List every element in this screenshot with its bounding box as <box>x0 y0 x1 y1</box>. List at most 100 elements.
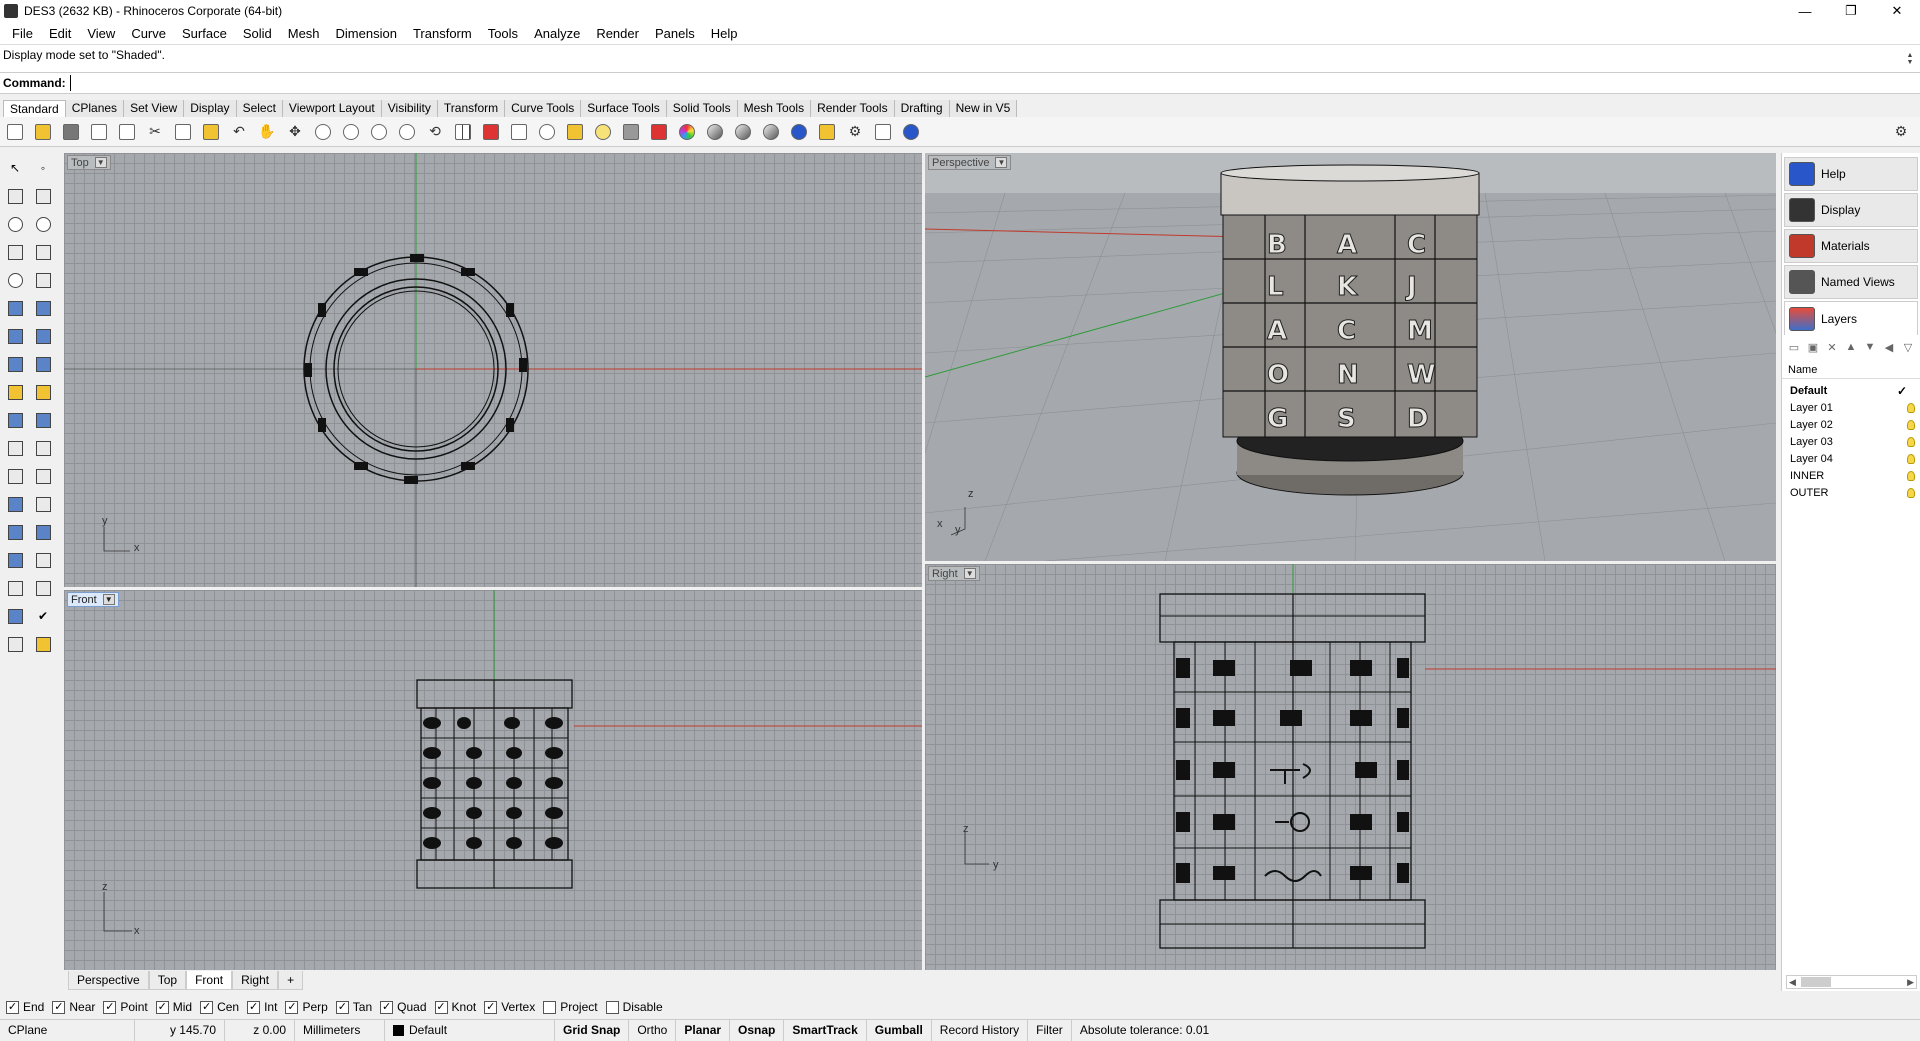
panel-tab-layers[interactable]: Layers <box>1784 301 1918 335</box>
layer-icon[interactable] <box>648 121 670 143</box>
blue-sphere-icon[interactable] <box>788 121 810 143</box>
osnap-toggle[interactable]: Osnap <box>730 1019 785 1041</box>
gumball-toggle[interactable]: Gumball <box>867 1019 932 1041</box>
explode-icon[interactable] <box>32 381 54 403</box>
cplane-icon[interactable] <box>536 121 558 143</box>
history-icon[interactable] <box>32 577 54 599</box>
toolbar-settings-gear-icon[interactable]: ⚙ <box>1890 121 1912 143</box>
paste-icon[interactable] <box>200 121 222 143</box>
tab-render-tools[interactable]: Render Tools <box>811 100 895 117</box>
scroll-up-icon[interactable]: ▲ <box>1907 52 1914 59</box>
new-layer-icon[interactable]: ▭ <box>1786 339 1802 355</box>
viewport-top[interactable]: Top ▼ y x <box>64 153 922 587</box>
panel-tab-display[interactable]: Display <box>1784 193 1918 227</box>
layer-row[interactable]: Layer 04 <box>1782 450 1920 467</box>
planar-toggle[interactable]: Planar <box>676 1019 731 1041</box>
minimize-button[interactable]: — <box>1782 0 1828 22</box>
menu-analyze[interactable]: Analyze <box>526 26 588 41</box>
open-folder-icon[interactable] <box>32 121 54 143</box>
viewport-right-label[interactable]: Right ▼ <box>928 566 980 581</box>
rectangle-icon[interactable] <box>32 241 54 263</box>
surface-corners-icon[interactable] <box>4 297 26 319</box>
mirror-icon[interactable] <box>32 521 54 543</box>
color-wheel-icon[interactable] <box>676 121 698 143</box>
render-sphere-icon[interactable] <box>704 121 726 143</box>
menu-render[interactable]: Render <box>588 26 647 41</box>
scroll-thumb[interactable] <box>1801 977 1831 987</box>
boolean-union-icon[interactable] <box>32 325 54 347</box>
history-scroll[interactable]: ▲ ▼ <box>1904 47 1916 71</box>
panel-tab-materials[interactable]: Materials <box>1784 229 1918 263</box>
filter-button[interactable]: Filter <box>1028 1019 1072 1041</box>
tab-drafting[interactable]: Drafting <box>894 100 950 117</box>
viewport-tab-front[interactable]: Front <box>186 970 233 990</box>
viewport-tab-right[interactable]: Right <box>232 970 279 990</box>
curve-icon[interactable] <box>32 185 54 207</box>
layer-row[interactable]: Default ✓ <box>1782 382 1920 399</box>
trim-icon[interactable] <box>4 409 26 431</box>
dimension-icon[interactable] <box>872 121 894 143</box>
osnap-disable[interactable]: Disable <box>605 1000 663 1014</box>
tab-new-in-v5[interactable]: New in V5 <box>949 100 1018 117</box>
polygon-icon[interactable] <box>4 269 26 291</box>
light-bulb-icon[interactable] <box>1907 436 1915 447</box>
layer-row[interactable]: INNER <box>1782 467 1920 484</box>
checkbox-checked-icon[interactable]: ✓ <box>52 1000 66 1014</box>
tab-visibility[interactable]: Visibility <box>381 100 438 117</box>
chevron-down-icon[interactable]: ▼ <box>995 157 1008 168</box>
osnap-point[interactable]: ✓ Point <box>103 1000 148 1014</box>
osnap-int[interactable]: ✓ Int <box>247 1000 277 1014</box>
viewport-perspective-label[interactable]: Perspective ▼ <box>928 155 1012 170</box>
light-bulb-icon[interactable] <box>1907 487 1915 498</box>
cut-icon[interactable]: ✂ <box>144 121 166 143</box>
osnap-mid[interactable]: ✓ Mid <box>155 1000 192 1014</box>
check-icon[interactable]: ✔ <box>32 605 54 627</box>
box-icon[interactable] <box>4 325 26 347</box>
polyline-icon[interactable] <box>4 185 26 207</box>
tab-standard[interactable]: Standard <box>3 100 66 117</box>
circle-icon[interactable] <box>4 213 26 235</box>
osnap-end[interactable]: ✓ End <box>6 1000 44 1014</box>
new-sublayer-icon[interactable]: ▣ <box>1805 339 1821 355</box>
ellipse-icon[interactable] <box>32 213 54 235</box>
point-icon[interactable]: ◦ <box>32 157 54 179</box>
delete-layer-icon[interactable]: ✕ <box>1824 339 1840 355</box>
join-icon[interactable] <box>4 437 26 459</box>
tab-curve-tools[interactable]: Curve Tools <box>505 100 582 117</box>
fillet-icon[interactable] <box>4 465 26 487</box>
chevron-down-icon[interactable]: ▼ <box>102 594 115 605</box>
layer-row[interactable]: Layer 02 <box>1782 416 1920 433</box>
shaded-sphere-icon[interactable] <box>732 121 754 143</box>
options-gear-icon[interactable]: ⚙ <box>844 121 866 143</box>
osnap-near[interactable]: ✓ Near <box>52 1000 95 1014</box>
mesh-icon[interactable] <box>32 353 54 375</box>
array-icon[interactable] <box>4 521 26 543</box>
checkbox-unchecked-icon[interactable] <box>543 1000 557 1014</box>
scroll-left-icon[interactable]: ◀ <box>1789 977 1796 988</box>
light-bulb-icon[interactable] <box>1907 453 1915 464</box>
menu-view[interactable]: View <box>79 26 123 41</box>
chevron-down-icon[interactable]: ▼ <box>94 157 107 168</box>
help-icon[interactable] <box>900 121 922 143</box>
tab-transform[interactable]: Transform <box>437 100 506 117</box>
scroll-right-icon[interactable]: ▶ <box>1907 977 1914 988</box>
solid-tools-icon[interactable] <box>4 633 26 655</box>
checkbox-checked-icon[interactable]: ✓ <box>335 1000 349 1014</box>
checkbox-checked-icon[interactable]: ✓ <box>103 1000 117 1014</box>
checkbox-unchecked-icon[interactable] <box>605 1000 619 1014</box>
cylinder-icon[interactable] <box>4 353 26 375</box>
menu-edit[interactable]: Edit <box>41 26 79 41</box>
grid-array-icon[interactable] <box>4 577 26 599</box>
four-view-icon[interactable] <box>452 121 474 143</box>
tab-mesh-tools[interactable]: Mesh Tools <box>737 100 812 117</box>
viewport-tab-top[interactable]: Top <box>148 970 187 990</box>
ortho-toggle[interactable]: Ortho <box>629 1019 677 1041</box>
panel-tab-help[interactable]: Help <box>1784 157 1918 191</box>
menu-panels[interactable]: Panels <box>647 26 703 41</box>
osnap-vertex[interactable]: ✓ Vertex <box>484 1000 535 1014</box>
new-file-icon[interactable] <box>4 121 26 143</box>
add-viewport-tab-button[interactable]: + <box>278 970 304 990</box>
menu-file[interactable]: File <box>4 26 41 41</box>
osnap-tan[interactable]: ✓ Tan <box>335 1000 372 1014</box>
text-tool-icon[interactable] <box>4 493 26 515</box>
